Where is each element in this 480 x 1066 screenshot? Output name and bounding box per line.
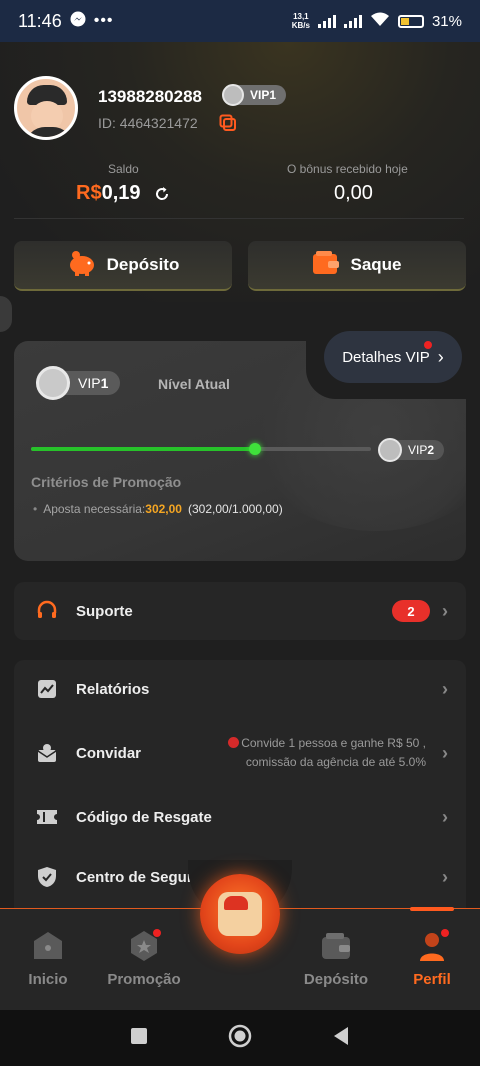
battery-icon (397, 14, 424, 28)
home-button-icon[interactable] (228, 1024, 252, 1053)
current-level-label: Nível Atual (158, 376, 230, 392)
support-card: Suporte › 2 (14, 582, 466, 640)
back-icon[interactable] (332, 1026, 350, 1051)
shield-icon (36, 866, 58, 888)
withdraw-button[interactable]: Saque (248, 241, 466, 291)
nav-home[interactable]: Inicio (0, 929, 96, 988)
nav-active-indicator (410, 907, 454, 911)
vip-progress-knob (248, 443, 261, 455)
redeem-label: Código de Resgate (76, 808, 212, 826)
menu-item-invite[interactable]: Convidar Convide 1 pessoa e ganhe R$ 50 … (14, 724, 466, 782)
deposit-label: Depósito (106, 255, 180, 274)
saldo-label: Saldo (108, 162, 139, 176)
vip-details-label: Detalhes VIP (342, 348, 430, 366)
vip-badge: VIP1 (222, 84, 287, 106)
system-nav-bar (0, 1010, 480, 1066)
wallet-icon (312, 250, 340, 280)
menu-item-redeem-code[interactable]: Código de Resgate › (14, 788, 466, 846)
headset-icon (36, 600, 58, 622)
current-vip-num: 1 (100, 375, 109, 391)
nav-promo-label: Promoção (107, 971, 181, 988)
invite-icon (36, 742, 58, 764)
vip-medal-icon (222, 84, 244, 106)
center-game-button[interactable] (200, 874, 280, 954)
vip-medal-icon (378, 438, 402, 462)
vip-details-button[interactable]: Detalhes VIP › (324, 331, 462, 383)
nav-promo[interactable]: Promoção (96, 929, 192, 988)
reports-label: Relatórios (76, 680, 150, 698)
withdraw-label: Saque (350, 255, 402, 274)
more-notifications-icon: ••• (93, 12, 114, 29)
reports-icon (36, 678, 58, 700)
profile-icon (415, 929, 449, 963)
support-label: Suporte (76, 602, 133, 620)
criteria-value: 302,00 (145, 502, 182, 516)
current-vip-text: VIP (78, 375, 101, 391)
vip-progress-bar (31, 443, 371, 455)
current-vip-badge: VIP1 (36, 366, 121, 400)
next-vip-text: VIP (408, 443, 428, 457)
bonus-label: O bônus recebido hoje (287, 162, 408, 176)
copy-icon[interactable] (219, 114, 237, 132)
vip-medal-icon (36, 366, 70, 400)
chevron-right-icon: › (442, 806, 448, 827)
status-time: 11:46 (18, 10, 62, 31)
criteria-line: • Aposta necessária: 302,00 (302,00/1.00… (33, 502, 283, 516)
bonus-value: 0,00 (334, 182, 373, 204)
next-vip-num: 2 (427, 443, 435, 457)
criteria-title: Critérios de Promoção (31, 474, 182, 490)
game-mascot-icon (218, 892, 262, 936)
messenger-icon (70, 11, 86, 32)
avatar[interactable] (14, 76, 78, 140)
home-icon (31, 929, 65, 963)
criteria-progress: (302,00/1.000,00) (187, 502, 283, 516)
divider (14, 218, 464, 219)
promo-icon (127, 929, 161, 963)
chevron-right-icon: › (437, 346, 444, 367)
battery-percent: 31% (431, 12, 462, 30)
chevron-right-icon: › (442, 600, 448, 621)
chevron-right-icon: › (442, 742, 448, 763)
nav-profile-label: Perfil (413, 971, 451, 988)
saldo-value: R$0,19 (76, 182, 141, 204)
notification-dot (228, 737, 240, 748)
signal-2-icon (343, 14, 362, 28)
account-id: ID: 4464321472 (98, 115, 198, 131)
nav-home-label: Inicio (28, 971, 68, 988)
network-speed: 13,1 KB/s (291, 12, 310, 30)
chevron-right-icon: › (442, 866, 448, 887)
deposit-button[interactable]: Depósito (14, 241, 232, 291)
wifi-icon (370, 11, 390, 31)
recents-icon[interactable] (130, 1027, 148, 1050)
nav-deposit-label: Depósito (303, 971, 369, 988)
piggy-bank-icon (67, 250, 97, 281)
signal-icon (317, 14, 336, 28)
wallet-icon (319, 929, 353, 963)
floating-handle[interactable] (0, 296, 12, 332)
support-count-badge: 2 (392, 600, 430, 622)
chevron-right-icon: › (442, 678, 448, 699)
user-phone: 13988280288 (98, 87, 203, 106)
nav-profile[interactable]: Perfil (384, 929, 480, 988)
notification-dot (424, 341, 432, 349)
status-bar: 11:46 ••• 13,1 KB/s 31% (0, 0, 480, 42)
criteria-label: Aposta necessária: (43, 502, 146, 516)
menu-item-reports[interactable]: Relatórios › (14, 660, 466, 718)
nav-deposit[interactable]: Depósito (288, 929, 384, 988)
ticket-icon (36, 806, 58, 828)
next-vip-badge: VIP2 (378, 438, 445, 462)
invite-note: Convide 1 pessoa e ganhe R$ 50 , comissã… (228, 734, 426, 772)
refresh-icon[interactable] (153, 185, 171, 203)
invite-label: Convidar (76, 744, 142, 762)
vip-progress-fill (31, 447, 255, 451)
